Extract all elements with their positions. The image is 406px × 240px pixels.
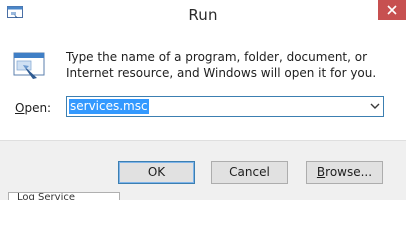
chevron-down-icon[interactable] bbox=[370, 102, 380, 110]
title-bar[interactable]: Run bbox=[0, 0, 406, 30]
cancel-button[interactable]: Cancel bbox=[211, 161, 288, 184]
ok-button[interactable]: OK bbox=[118, 161, 195, 184]
open-combobox[interactable]: services.msc bbox=[66, 96, 384, 117]
window-title: Run bbox=[188, 6, 218, 24]
open-label: Open: bbox=[15, 101, 51, 115]
run-dialog-icon bbox=[13, 52, 45, 79]
dialog-footer: OK Cancel Browse... bbox=[0, 140, 406, 200]
run-dialog: Run Type the name of a program, folder, … bbox=[0, 0, 406, 200]
browse-mnemonic: B bbox=[316, 165, 326, 179]
browse-button[interactable]: Browse... bbox=[306, 161, 383, 184]
dialog-description: Type the name of a program, folder, docu… bbox=[66, 50, 377, 80]
dialog-body: Type the name of a program, folder, docu… bbox=[0, 30, 406, 150]
close-button[interactable] bbox=[378, 0, 406, 20]
open-label-text: pen: bbox=[24, 101, 52, 115]
background-window-fragment: Log Service bbox=[8, 192, 120, 200]
browse-label: rowse... bbox=[325, 165, 373, 179]
open-input-value[interactable]: services.msc bbox=[69, 99, 149, 114]
close-icon bbox=[387, 5, 397, 15]
